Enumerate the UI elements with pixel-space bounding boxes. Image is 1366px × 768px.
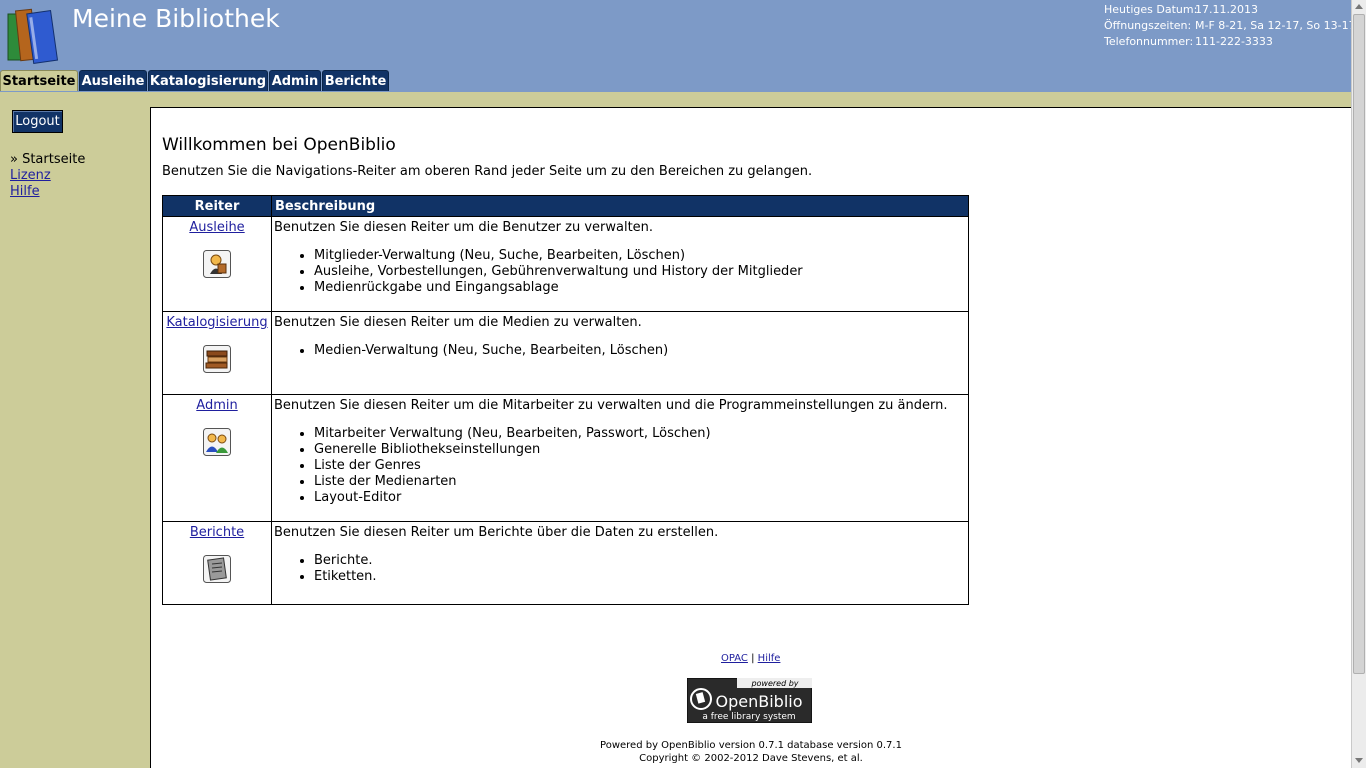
intro-text: Benutzen Sie die Navigations-Reiter am o…	[162, 164, 813, 179]
footer-link-hilfe[interactable]: Hilfe	[758, 653, 781, 664]
row-link-admin[interactable]: Admin	[196, 398, 237, 413]
books-icon[interactable]	[203, 345, 231, 373]
scroll-up-icon[interactable]	[1355, 4, 1363, 9]
sidebar-link-lizenz[interactable]: Lizenz	[10, 168, 51, 183]
list-item: Mitarbeiter Verwaltung (Neu, Bearbeiten,…	[314, 426, 966, 442]
tab-startseite[interactable]: Startseite	[0, 70, 78, 91]
tab-berichte[interactable]: Berichte	[322, 70, 389, 91]
list-item: Generelle Bibliothekseinstellungen	[314, 442, 966, 458]
tabs-overview-table: Reiter Beschreibung Ausleihe Benutzen Si…	[162, 195, 969, 605]
table-row: Admin Benutzen Sie diesen Reiter um die …	[162, 394, 969, 522]
header-banner: Meine Bibliothek Heutiges Datum:17.11.20…	[0, 0, 1356, 92]
member-icon[interactable]	[203, 250, 231, 278]
list-item: Medien-Verwaltung (Neu, Suche, Bearbeite…	[314, 343, 966, 359]
feature-list: Medien-Verwaltung (Neu, Suche, Bearbeite…	[274, 343, 966, 359]
tab-admin[interactable]: Admin	[269, 70, 321, 91]
footer-copyright: Copyright © 2002-2012 Dave Stevens, et a…	[639, 753, 863, 764]
row-link-ausleihe[interactable]: Ausleihe	[189, 220, 244, 235]
library-info: Heutiges Datum:17.11.2013 Öffnungszeiten…	[1104, 2, 1356, 50]
tab-katalogisierung[interactable]: Katalogisierung	[148, 70, 268, 91]
table-header-row: Reiter Beschreibung	[162, 195, 969, 217]
sidebar: Logout » Startseite Lizenz Hilfe	[0, 92, 150, 768]
row-description: Benutzen Sie diesen Reiter um Berichte ü…	[274, 525, 719, 540]
list-item: Mitglieder-Verwaltung (Neu, Suche, Bearb…	[314, 248, 966, 264]
tab-underline-strip	[0, 92, 1351, 107]
date-label: Heutiges Datum:	[1104, 3, 1198, 16]
list-item: Medienrückgabe und Eingangsablage	[314, 280, 966, 296]
logo-main-text: OpenBiblio	[716, 692, 803, 711]
feature-list: Berichte. Etiketten.	[274, 553, 966, 585]
table-row: Berichte Benutzen Sie diesen Reiter um B…	[162, 521, 969, 605]
main-content: Willkommen bei OpenBiblio Benutzen Sie d…	[150, 107, 1351, 768]
scroll-down-icon[interactable]	[1355, 758, 1363, 763]
phone-value: 111-222-3333	[1195, 35, 1273, 48]
header-reiter: Reiter	[162, 195, 272, 217]
footer-separator: |	[751, 653, 755, 664]
phone-label: Telefonnummer:	[1104, 35, 1194, 48]
staff-icon[interactable]	[203, 428, 231, 456]
logo-sub-text: a free library system	[702, 712, 795, 722]
footer-links: OPAC | Hilfe	[721, 653, 780, 664]
logo-top-text: powered by	[750, 679, 798, 688]
sidebar-nav: » Startseite Lizenz Hilfe	[10, 152, 85, 200]
footer-credits: Powered by OpenBiblio version 0.7.1 data…	[551, 739, 951, 765]
sidebar-item-current: » Startseite	[10, 152, 86, 167]
tab-ausleihe[interactable]: Ausleihe	[79, 70, 147, 91]
row-link-katalogisierung[interactable]: Katalogisierung	[166, 315, 267, 330]
footer-version: Powered by OpenBiblio version 0.7.1 data…	[600, 740, 902, 751]
row-description: Benutzen Sie diesen Reiter um die Benutz…	[274, 220, 654, 235]
list-item: Berichte.	[314, 553, 966, 569]
list-item: Layout-Editor	[314, 490, 966, 506]
table-row: Ausleihe Benutzen Sie diesen Reiter um d…	[162, 216, 969, 312]
vertical-scrollbar[interactable]	[1351, 0, 1366, 768]
header-beschreibung: Beschreibung	[271, 195, 969, 217]
list-item: Liste der Medienarten	[314, 474, 966, 490]
table-row: Katalogisierung Benutzen Sie diesen Reit…	[162, 311, 969, 395]
reports-icon[interactable]	[203, 555, 231, 583]
footer-link-opac[interactable]: OPAC	[721, 653, 748, 664]
feature-list: Mitarbeiter Verwaltung (Neu, Bearbeiten,…	[274, 426, 966, 506]
openbiblio-powered-logo[interactable]: powered by OpenBiblio a free library sys…	[687, 678, 812, 723]
date-value: 17.11.2013	[1195, 3, 1258, 16]
row-description: Benutzen Sie diesen Reiter um die Medien…	[274, 315, 642, 330]
feature-list: Mitglieder-Verwaltung (Neu, Suche, Bearb…	[274, 248, 966, 296]
list-item: Etiketten.	[314, 569, 966, 585]
hours-label: Öffnungszeiten:	[1104, 19, 1192, 32]
row-description: Benutzen Sie diesen Reiter um die Mitarb…	[274, 398, 948, 413]
scroll-thumb[interactable]	[1353, 14, 1365, 674]
page-title: Willkommen bei OpenBiblio	[162, 135, 396, 155]
hours-value: M-F 8-21, Sa 12-17, So 13-17	[1195, 19, 1356, 32]
library-books-logo	[7, 8, 59, 64]
app-title: Meine Bibliothek	[72, 4, 280, 33]
row-link-berichte[interactable]: Berichte	[190, 525, 244, 540]
logout-button[interactable]: Logout	[12, 110, 63, 133]
list-item: Liste der Genres	[314, 458, 966, 474]
list-item: Ausleihe, Vorbestellungen, Gebührenverwa…	[314, 264, 966, 280]
sidebar-link-hilfe[interactable]: Hilfe	[10, 184, 40, 199]
